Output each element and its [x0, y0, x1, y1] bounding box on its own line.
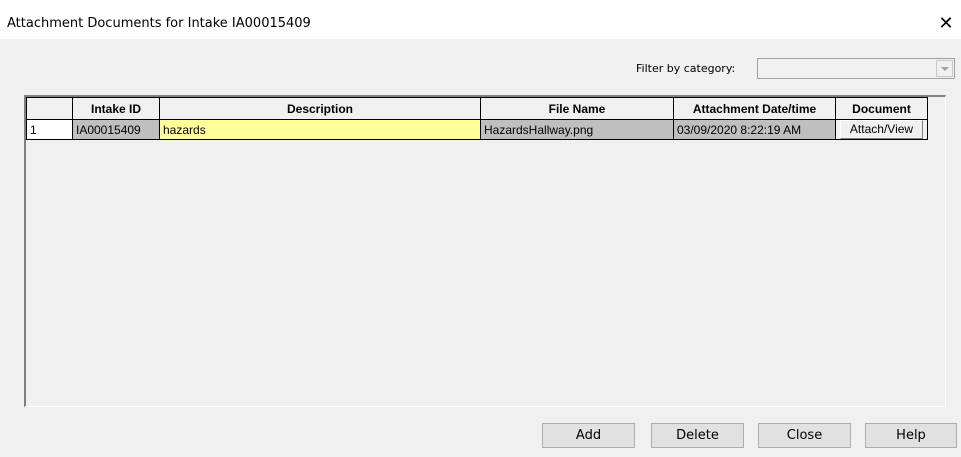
delete-button[interactable]: Delete [651, 423, 744, 448]
titlebar-top-strip [0, 0, 961, 9]
attachment-documents-dialog: Attachment Documents for Intake IA000154… [0, 0, 961, 457]
window-title: Attachment Documents for Intake IA000154… [7, 16, 311, 31]
column-header-intake-id[interactable]: Intake ID [72, 97, 160, 120]
attachments-table: Intake ID Description File Name Attachme… [26, 97, 928, 140]
column-header-file-name[interactable]: File Name [480, 97, 674, 120]
add-button[interactable]: Add [542, 423, 635, 448]
title-bar: Attachment Documents for Intake IA000154… [0, 9, 961, 39]
filter-category-select[interactable] [757, 58, 955, 79]
close-button[interactable]: Close [758, 423, 851, 448]
intake-id-cell: IA00015409 [72, 119, 160, 140]
filter-category-label: Filter by category: [636, 62, 736, 75]
table-row[interactable]: 1 IA00015409 hazards HazardsHallway.png … [26, 119, 928, 140]
table-header-row: Intake ID Description File Name Attachme… [26, 97, 928, 120]
row-number-cell[interactable]: 1 [26, 119, 73, 140]
column-header-document[interactable]: Document [835, 97, 928, 120]
column-header-row-number [26, 97, 73, 120]
column-header-attachment-date[interactable]: Attachment Date/time [673, 97, 836, 120]
close-icon[interactable]: ✕ [931, 9, 961, 39]
file-name-cell: HazardsHallway.png [480, 119, 674, 140]
description-cell[interactable]: hazards [159, 119, 481, 140]
dropdown-arrow-icon[interactable] [936, 60, 953, 77]
attachments-grid[interactable]: Intake ID Description File Name Attachme… [24, 95, 946, 407]
column-header-description[interactable]: Description [159, 97, 481, 120]
attach-view-button[interactable]: Attach/View [840, 120, 923, 139]
help-button[interactable]: Help [865, 423, 957, 448]
document-cell: Attach/View [835, 119, 928, 140]
attachment-date-cell: 03/09/2020 8:22:19 AM [673, 119, 836, 140]
grid-background [26, 97, 945, 406]
